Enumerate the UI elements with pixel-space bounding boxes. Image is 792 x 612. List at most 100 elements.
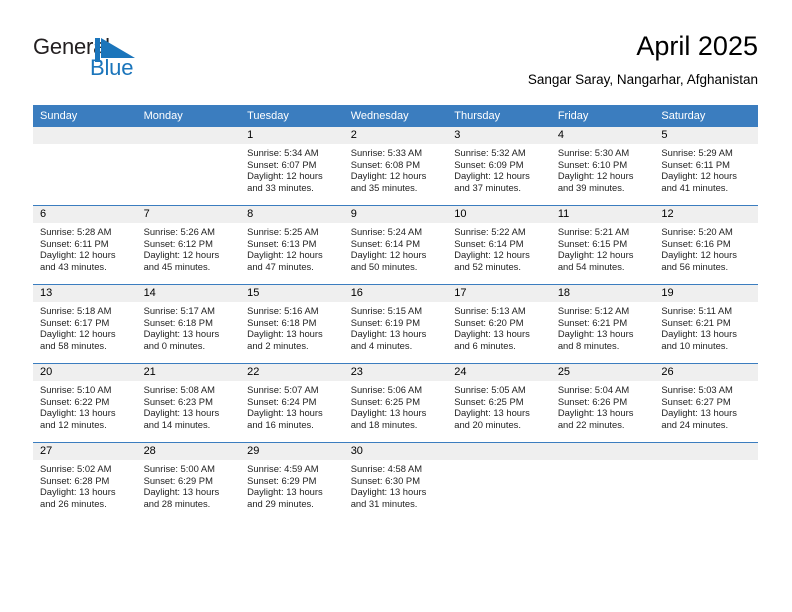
calendar-day-cell[interactable]: 6 Sunrise: 5:28 AM Sunset: 6:11 PM Daylight… (33, 205, 137, 285)
weekday-header-wednesday: Wednesday (343, 105, 448, 127)
day-number: 3 (447, 127, 551, 144)
weekday-header-friday: Friday (550, 105, 655, 127)
calendar-page: General Blue April 2025 Sangar Saray, Na… (0, 0, 792, 612)
day-details: Sunrise: 5:32 AM Sunset: 6:09 PM Daylight:… (447, 144, 551, 193)
sunrise-text: Sunrise: 5:33 AM (350, 147, 423, 158)
calendar-day-cell[interactable]: 5 Sunrise: 5:29 AM Sunset: 6:11 PM Daylight… (654, 127, 758, 206)
sunrise-text: Sunrise: 5:24 AM (350, 226, 423, 237)
sunset-text: Sunset: 6:22 PM (40, 395, 110, 407)
daylight-text: Daylight: 13 hours and 22 minutes. (557, 407, 634, 430)
day-number: 7 (136, 206, 241, 223)
daylight-text: Daylight: 13 hours and 0 minutes. (143, 328, 220, 351)
calendar-day-cell[interactable]: 23 Sunrise: 5:06 AM Sunset: 6:25 PM Dayligh… (343, 363, 448, 443)
daylight-text: Daylight: 12 hours and 37 minutes. (454, 170, 530, 193)
calendar-day-cell[interactable]: 17 Sunrise: 5:13 AM Sunset: 6:20 PM Dayligh… (447, 284, 551, 364)
daylight-text: Daylight: 12 hours and 41 minutes. (661, 170, 737, 193)
calendar-day-cell[interactable]: 21 Sunrise: 5:08 AM Sunset: 6:23 PM Dayligh… (136, 363, 241, 443)
calendar-day-cell[interactable]: 7 Sunrise: 5:26 AM Sunset: 6:12 PM Daylight… (136, 205, 241, 285)
calendar-day-cell[interactable]: 8 Sunrise: 5:25 AM Sunset: 6:13 PM Daylight… (240, 205, 344, 285)
day-number: 11 (550, 206, 655, 223)
calendar-day-cell[interactable]: 3 Sunrise: 5:32 AM Sunset: 6:09 PM Daylight… (447, 127, 551, 206)
calendar-day-cell[interactable]: 20 Sunrise: 5:10 AM Sunset: 6:22 PM Dayligh… (33, 363, 137, 443)
page-header: General Blue April 2025 Sangar Saray, Na… (0, 0, 792, 100)
sunrise-text: Sunrise: 5:12 AM (557, 305, 630, 316)
calendar-day-cell[interactable]: 10 Sunrise: 5:22 AM Sunset: 6:14 PM Dayligh… (447, 205, 551, 285)
day-number: 27 (33, 443, 137, 460)
calendar-day-cell[interactable]: 9 Sunrise: 5:24 AM Sunset: 6:14 PM Daylight… (343, 205, 448, 285)
calendar-week-row: 6 Sunrise: 5:28 AM Sunset: 6:11 PM Daylight… (33, 205, 758, 285)
day-details: Sunrise: 5:16 AM Sunset: 6:18 PM Daylight:… (240, 302, 344, 351)
calendar-day-cell-empty (33, 127, 137, 206)
location-subtitle: Sangar Saray, Nangarhar, Afghanistan (527, 72, 758, 87)
sunset-text: Sunset: 6:26 PM (557, 395, 628, 407)
page-title: April 2025 (636, 31, 758, 61)
day-number (33, 127, 137, 144)
sunset-text: Sunset: 6:29 PM (247, 474, 317, 486)
calendar-day-cell[interactable]: 30 Sunrise: 4:58 AM Sunset: 6:30 PM Dayligh… (343, 442, 448, 521)
day-details: Sunrise: 5:06 AM Sunset: 6:25 PM Daylight:… (344, 381, 448, 430)
day-number: 20 (33, 364, 137, 381)
calendar-day-cell[interactable]: 24 Sunrise: 5:05 AM Sunset: 6:25 PM Dayligh… (447, 363, 551, 443)
day-number: 10 (447, 206, 551, 223)
day-details: Sunrise: 5:25 AM Sunset: 6:13 PM Daylight:… (240, 223, 344, 272)
calendar-day-cell[interactable]: 2 Sunrise: 5:33 AM Sunset: 6:08 PM Daylight… (343, 127, 448, 206)
sunset-text: Sunset: 6:07 PM (247, 158, 317, 170)
calendar-day-cell[interactable]: 19 Sunrise: 5:11 AM Sunset: 6:21 PM Dayligh… (654, 284, 758, 364)
title-block: April 2025 Sangar Saray, Nangarhar, Afgh… (528, 30, 758, 89)
day-number: 28 (136, 443, 241, 460)
sunrise-text: Sunrise: 5:02 AM (40, 463, 112, 474)
day-details: Sunrise: 5:20 AM Sunset: 6:16 PM Daylight:… (654, 223, 758, 272)
day-details: Sunrise: 5:02 AM Sunset: 6:28 PM Daylight:… (33, 460, 137, 509)
calendar-day-cell[interactable]: 28 Sunrise: 5:00 AM Sunset: 6:29 PM Dayligh… (136, 442, 241, 521)
day-details: Sunrise: 5:13 AM Sunset: 6:20 PM Daylight:… (447, 302, 551, 351)
sunset-text: Sunset: 6:11 PM (40, 237, 109, 249)
day-number (654, 443, 758, 460)
sunset-text: Sunset: 6:08 PM (350, 158, 420, 170)
sunset-text: Sunset: 6:21 PM (557, 316, 628, 328)
calendar-day-cell[interactable]: 4 Sunrise: 5:30 AM Sunset: 6:10 PM Daylight… (550, 127, 655, 206)
calendar-day-cell[interactable]: 18 Sunrise: 5:12 AM Sunset: 6:21 PM Dayligh… (550, 284, 655, 364)
sunrise-text: Sunrise: 5:04 AM (557, 384, 630, 395)
calendar-day-cell[interactable]: 13 Sunrise: 5:18 AM Sunset: 6:17 PM Dayligh… (33, 284, 137, 364)
day-details: Sunrise: 5:21 AM Sunset: 6:15 PM Daylight:… (551, 223, 655, 272)
daylight-text: Daylight: 12 hours and 35 minutes. (350, 170, 427, 193)
daylight-text: Daylight: 12 hours and 43 minutes. (40, 249, 116, 272)
sunset-text: Sunset: 6:27 PM (661, 395, 731, 407)
calendar-day-cell[interactable]: 15 Sunrise: 5:16 AM Sunset: 6:18 PM Dayligh… (240, 284, 344, 364)
calendar-day-cell[interactable]: 16 Sunrise: 5:15 AM Sunset: 6:19 PM Dayligh… (343, 284, 448, 364)
day-details: Sunrise: 5:15 AM Sunset: 6:19 PM Daylight:… (344, 302, 448, 351)
day-number: 2 (343, 127, 448, 144)
sunset-text: Sunset: 6:09 PM (454, 158, 524, 170)
day-number (136, 127, 241, 144)
daylight-text: Daylight: 13 hours and 4 minutes. (350, 328, 427, 351)
calendar-day-cell[interactable]: 29 Sunrise: 4:59 AM Sunset: 6:29 PM Dayligh… (240, 442, 344, 521)
calendar-day-cell[interactable]: 14 Sunrise: 5:17 AM Sunset: 6:18 PM Dayligh… (136, 284, 241, 364)
sunrise-text: Sunrise: 5:21 AM (557, 226, 630, 237)
day-details: Sunrise: 5:18 AM Sunset: 6:17 PM Daylight:… (33, 302, 137, 351)
daylight-text: Daylight: 13 hours and 24 minutes. (661, 407, 737, 430)
sunrise-text: Sunrise: 5:07 AM (247, 384, 319, 395)
sunset-text: Sunset: 6:15 PM (557, 237, 628, 249)
calendar-day-cell[interactable]: 22 Sunrise: 5:07 AM Sunset: 6:24 PM Dayligh… (240, 363, 344, 443)
calendar-day-cell-empty (447, 442, 551, 521)
calendar-day-cell[interactable]: 27 Sunrise: 5:02 AM Sunset: 6:28 PM Dayligh… (33, 442, 137, 521)
day-number: 23 (343, 364, 448, 381)
daylight-text: Daylight: 12 hours and 45 minutes. (143, 249, 220, 272)
day-details: Sunrise: 5:24 AM Sunset: 6:14 PM Daylight:… (344, 223, 448, 272)
sunrise-text: Sunrise: 5:10 AM (40, 384, 112, 395)
calendar-day-cell[interactable]: 25 Sunrise: 5:04 AM Sunset: 6:26 PM Dayligh… (550, 363, 655, 443)
calendar-day-cell[interactable]: 12 Sunrise: 5:20 AM Sunset: 6:16 PM Dayligh… (654, 205, 758, 285)
day-details: Sunrise: 5:33 AM Sunset: 6:08 PM Daylight:… (344, 144, 448, 193)
sunrise-text: Sunrise: 5:08 AM (143, 384, 215, 395)
sunrise-text: Sunrise: 5:30 AM (557, 147, 630, 158)
daylight-text: Daylight: 12 hours and 33 minutes. (247, 170, 323, 193)
calendar-day-cell[interactable]: 26 Sunrise: 5:03 AM Sunset: 6:27 PM Dayligh… (654, 363, 758, 443)
calendar-day-cell[interactable]: 11 Sunrise: 5:21 AM Sunset: 6:15 PM Dayligh… (550, 205, 655, 285)
day-details: Sunrise: 5:00 AM Sunset: 6:29 PM Daylight:… (137, 460, 241, 509)
calendar-week-row: 27 Sunrise: 5:02 AM Sunset: 6:28 PM Dayligh… (33, 442, 758, 521)
daylight-text: Daylight: 12 hours and 50 minutes. (350, 249, 427, 272)
calendar-header-row: Sunday Monday Tuesday Wednesday Thursday… (33, 105, 758, 127)
daylight-text: Daylight: 13 hours and 20 minutes. (454, 407, 530, 430)
sunset-text: Sunset: 6:25 PM (454, 395, 524, 407)
calendar-day-cell[interactable]: 1 Sunrise: 5:34 AM Sunset: 6:07 PM Daylight… (240, 127, 344, 206)
